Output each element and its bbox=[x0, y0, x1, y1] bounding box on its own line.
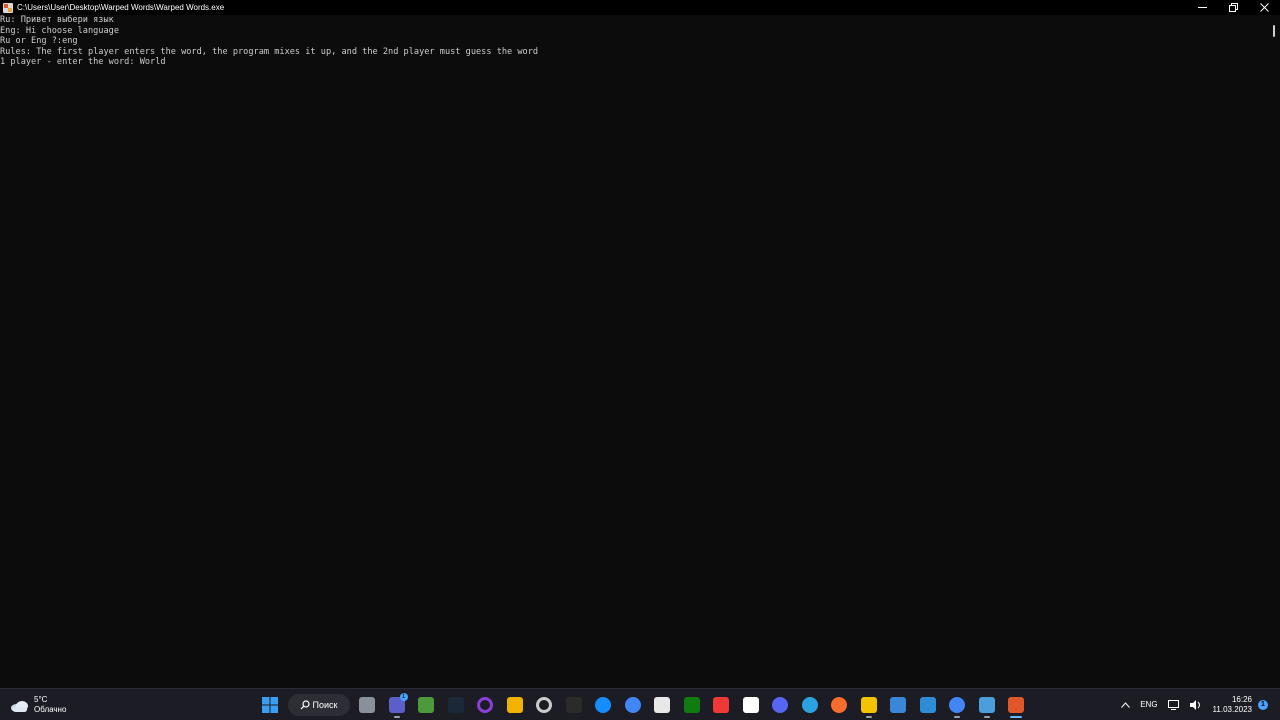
taskbar-app-xbox[interactable] bbox=[677, 692, 707, 718]
taskbar-app-vivaldi[interactable] bbox=[707, 692, 737, 718]
input-language[interactable]: ENG bbox=[1140, 700, 1157, 709]
clock[interactable]: 16:26 11.03.2023 bbox=[1213, 695, 1252, 715]
search-label: Поиск bbox=[312, 700, 338, 710]
start-button[interactable] bbox=[255, 692, 285, 718]
taskbar-app-chrome[interactable] bbox=[618, 692, 648, 718]
show-hidden-icons-button[interactable] bbox=[1121, 701, 1131, 708]
taskbar-app-teams[interactable]: 1 bbox=[382, 692, 412, 718]
volume-icon[interactable] bbox=[1189, 699, 1202, 710]
capcut-icon bbox=[742, 697, 759, 713]
minecraft-icon bbox=[418, 697, 435, 713]
weather-description: Облачно bbox=[34, 705, 67, 714]
window-controls bbox=[1187, 0, 1280, 15]
taskbar-app-microsoft-store[interactable] bbox=[648, 692, 678, 718]
scrollbar-thumb[interactable] bbox=[1273, 25, 1275, 37]
search-icon bbox=[300, 700, 310, 710]
vertical-scrollbar[interactable] bbox=[1268, 15, 1280, 685]
telegram-icon bbox=[801, 697, 818, 713]
close-button[interactable] bbox=[1249, 0, 1280, 15]
taskbar-app-minecraft[interactable] bbox=[412, 692, 442, 718]
chrome-2-icon bbox=[949, 697, 966, 713]
cloud-icon bbox=[10, 698, 30, 712]
warped-words-app-icon bbox=[1008, 697, 1025, 713]
taskbar-app-capcut[interactable] bbox=[736, 692, 766, 718]
running-indicator bbox=[393, 716, 400, 718]
chevron-up-icon bbox=[1121, 701, 1131, 708]
taskbar-app-chrome-2[interactable] bbox=[943, 692, 973, 718]
chrome-icon bbox=[624, 697, 641, 713]
cortana-ring-icon bbox=[477, 697, 494, 713]
battle-net-icon bbox=[595, 697, 612, 713]
console-output[interactable]: Ru: Привет выбери язык Eng: Hi choose la… bbox=[0, 15, 1268, 685]
taskbar-app-warped-words-app[interactable] bbox=[1002, 692, 1032, 718]
running-indicator bbox=[983, 716, 990, 718]
file-explorer-icon bbox=[860, 697, 877, 713]
console-line: Ru or Eng ?:eng bbox=[0, 36, 78, 47]
weather-temperature: 5°C bbox=[34, 695, 48, 704]
taskbar-app-cortana-ring[interactable] bbox=[471, 692, 501, 718]
close-icon bbox=[1260, 3, 1269, 12]
app-icon bbox=[3, 2, 13, 13]
gog-ring-icon bbox=[536, 697, 553, 713]
minimize-icon bbox=[1198, 7, 1207, 8]
windows-logo-icon bbox=[261, 697, 278, 713]
taskbar-app-steam[interactable] bbox=[441, 692, 471, 718]
minimize-button[interactable] bbox=[1187, 0, 1218, 15]
taskbar: 5°C Облачно Поиск 1 ENG 16:26 11.03.2023… bbox=[0, 688, 1280, 720]
taskbar-app-task-view[interactable] bbox=[353, 692, 383, 718]
taskbar-app-control-panel[interactable] bbox=[884, 692, 914, 718]
microsoft-store-icon bbox=[654, 697, 671, 713]
weather-widget[interactable]: 5°C Облачно bbox=[10, 693, 66, 717]
taskbar-app-photos[interactable] bbox=[913, 692, 943, 718]
console-line: Ru: Привет выбери язык bbox=[0, 15, 114, 25]
taskbar-app-origin[interactable] bbox=[825, 692, 855, 718]
photos-icon bbox=[919, 697, 936, 713]
restore-icon bbox=[1229, 3, 1238, 12]
console-line: Eng: Hi choose language bbox=[0, 25, 119, 36]
notepad-icon bbox=[978, 697, 995, 713]
title-bar[interactable]: C:\Users\User\Desktop\Warped Words\Warpe… bbox=[0, 0, 1280, 15]
console-line: Rules: The first player enters the word,… bbox=[0, 46, 539, 57]
taskbar-app-file-explorer[interactable] bbox=[854, 692, 884, 718]
window-title: C:\Users\User\Desktop\Warped Words\Warpe… bbox=[17, 3, 225, 12]
app-badge: 1 bbox=[399, 693, 408, 701]
steam-icon bbox=[447, 697, 464, 713]
rockstar-icon bbox=[506, 697, 523, 713]
running-indicator bbox=[1010, 716, 1023, 718]
taskbar-app-gog-ring[interactable] bbox=[530, 692, 560, 718]
xbox-icon bbox=[683, 697, 700, 713]
taskbar-app-epic-games[interactable] bbox=[559, 692, 589, 718]
control-panel-icon bbox=[890, 697, 907, 713]
taskbar-app-notepad[interactable] bbox=[972, 692, 1002, 718]
discord-icon bbox=[772, 697, 789, 713]
maximize-button[interactable] bbox=[1218, 0, 1249, 15]
epic-games-icon bbox=[565, 697, 582, 713]
taskbar-apps: Поиск 1 bbox=[255, 692, 1031, 718]
taskbar-app-telegram[interactable] bbox=[795, 692, 825, 718]
clock-date: 11.03.2023 bbox=[1212, 704, 1252, 714]
taskbar-app-battle-net[interactable] bbox=[589, 692, 619, 718]
taskbar-search[interactable]: Поиск bbox=[287, 694, 350, 716]
origin-icon bbox=[831, 697, 848, 713]
task-view-icon bbox=[359, 697, 376, 713]
running-indicator bbox=[954, 716, 961, 718]
network-icon[interactable] bbox=[1167, 699, 1180, 710]
taskbar-app-rockstar[interactable] bbox=[500, 692, 530, 718]
system-tray: ENG 16:26 11.03.2023 1 bbox=[1116, 689, 1280, 720]
running-indicator bbox=[865, 716, 872, 718]
console-window: C:\Users\User\Desktop\Warped Words\Warpe… bbox=[0, 0, 1280, 688]
console-line: 1 player - enter the word: World bbox=[0, 57, 166, 68]
taskbar-app-discord[interactable] bbox=[766, 692, 796, 718]
clock-time: 16:26 bbox=[1231, 694, 1252, 704]
notification-badge[interactable]: 1 bbox=[1258, 699, 1268, 710]
vivaldi-icon bbox=[713, 697, 730, 713]
